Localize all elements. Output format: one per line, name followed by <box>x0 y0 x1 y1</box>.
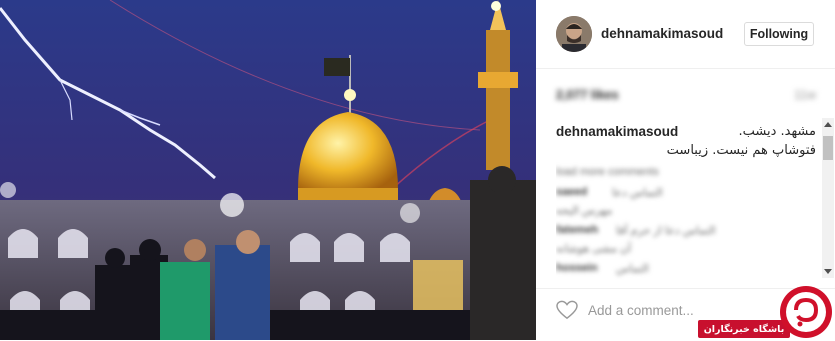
comments-list: dehnamakimasoud مشهد. دیشب. فتوشاپ هم نی… <box>556 118 816 298</box>
watermark-badge: باشگاه خبرنگاران <box>698 320 790 338</box>
following-button[interactable]: Following <box>744 22 814 46</box>
comment-user[interactable]: saeed <box>556 186 587 198</box>
comment-text: التماس دعا از حرم آقا <box>616 225 716 237</box>
comment-text: مهرس الیحه <box>556 205 613 217</box>
comment-input[interactable] <box>588 300 738 320</box>
comments-scrollbar[interactable] <box>822 118 834 278</box>
scroll-up-arrow-icon[interactable] <box>824 122 832 127</box>
caption-username[interactable]: dehnamakimasoud <box>556 124 678 139</box>
likes-row: 2,077 likes 11w <box>556 86 816 106</box>
scroll-down-arrow-icon[interactable] <box>824 269 832 274</box>
avatar[interactable] <box>556 16 592 52</box>
likes-count[interactable]: 2,077 likes <box>556 88 619 102</box>
post-photo[interactable] <box>0 0 536 340</box>
caption-line-2: فتوشاپ هم نیست. زیباست <box>666 143 816 158</box>
scroll-thumb[interactable] <box>823 136 833 160</box>
comment-user[interactable]: fatemeh <box>556 224 598 236</box>
comment-text: آن مشی هوشانه <box>556 243 632 255</box>
shrine-image <box>0 0 536 340</box>
post-header: dehnamakimasoud Following <box>536 0 835 69</box>
comment-text: التماس دعا <box>612 187 663 199</box>
post-time[interactable]: 11w <box>794 88 816 102</box>
load-more-comments[interactable]: load more comments <box>556 166 659 178</box>
heart-icon[interactable] <box>556 300 578 320</box>
comment-text: التماس <box>616 263 649 275</box>
caption-line-1: مشهد. دیشب. <box>738 124 816 139</box>
comment-user[interactable]: hossein <box>556 262 598 274</box>
post-username[interactable]: dehnamakimasoud <box>601 26 723 41</box>
watermark-logo <box>780 286 832 338</box>
